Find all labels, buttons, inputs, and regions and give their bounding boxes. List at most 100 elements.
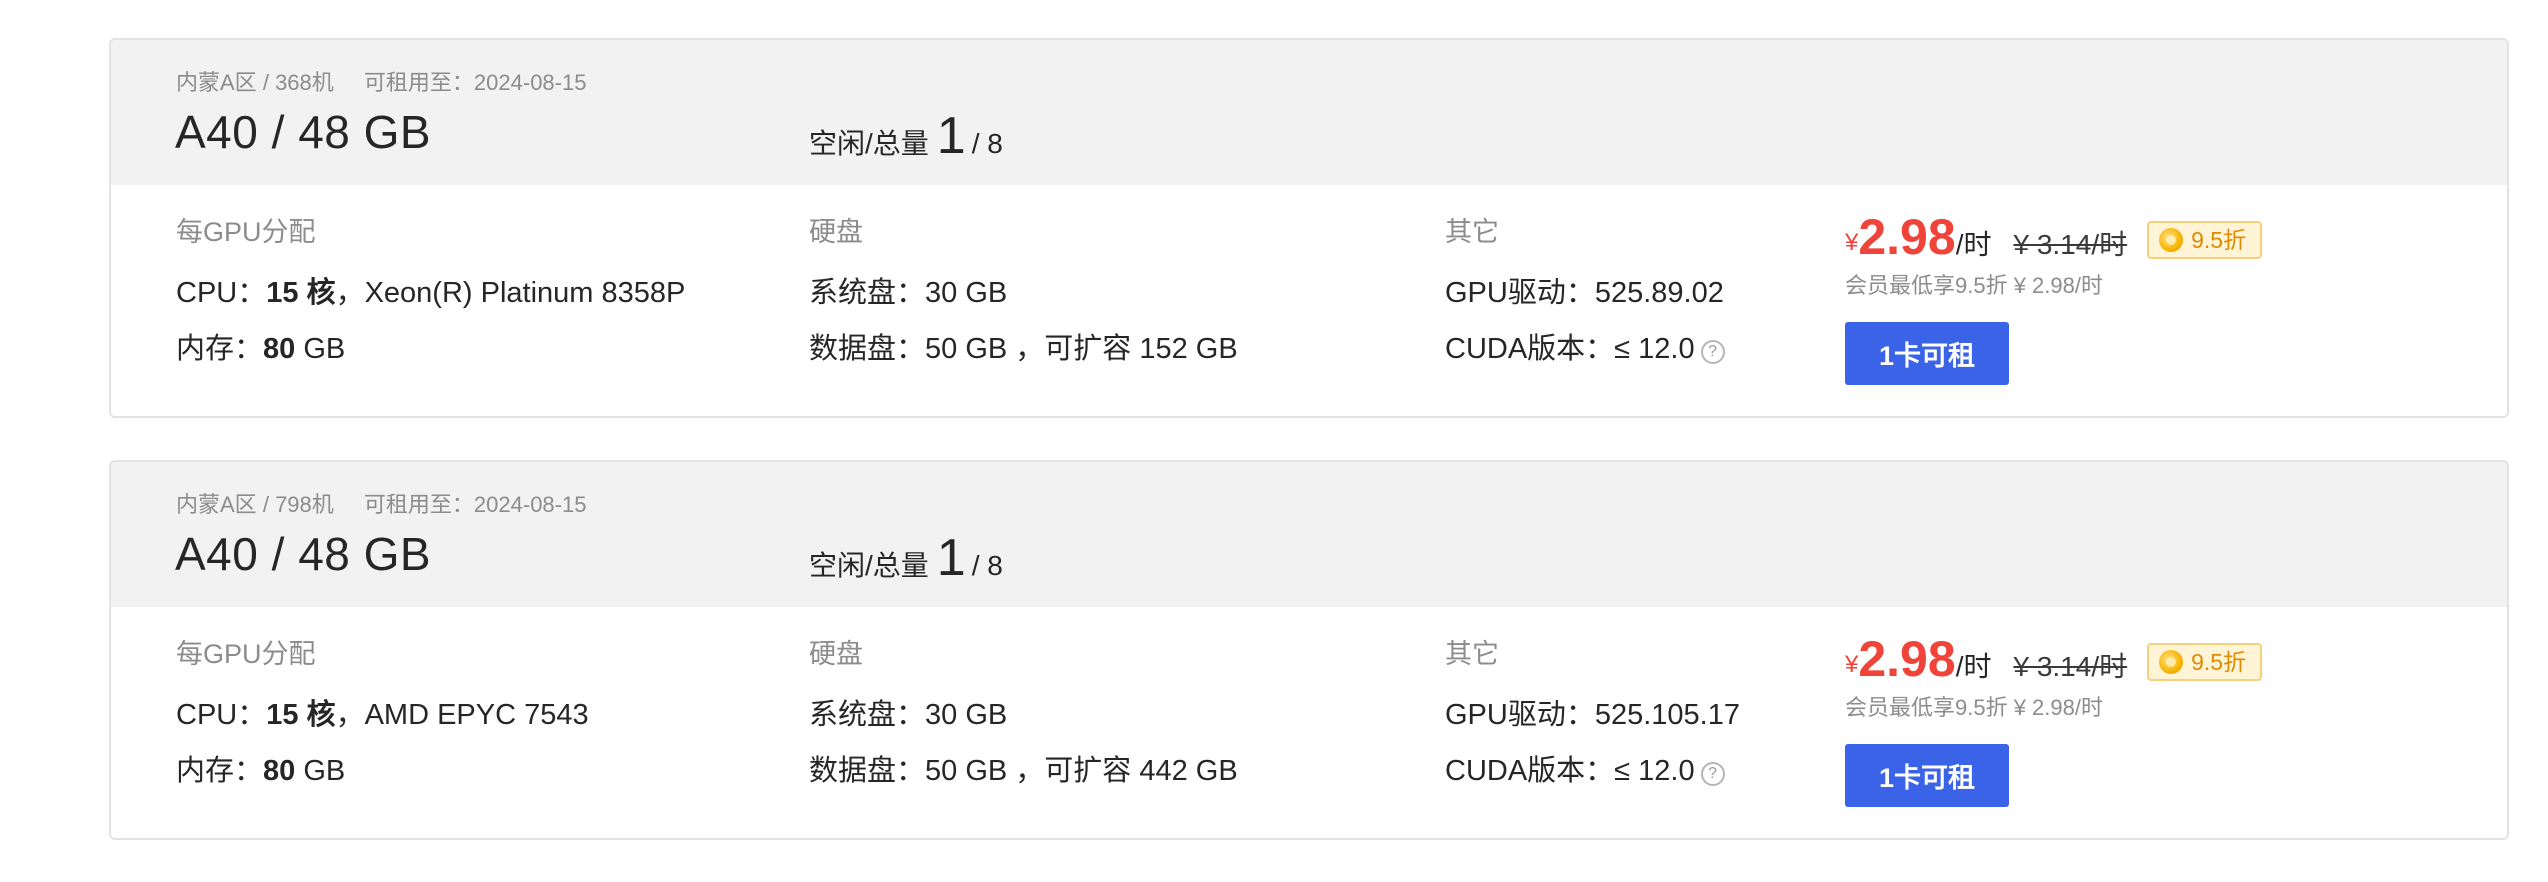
per-gpu-spec: 每GPU分配 CPU：15 核，Xeon(R) Platinum 8358P 内…	[176, 210, 685, 364]
availability-label: 空闲/总量	[809, 550, 929, 581]
question-circle-icon[interactable]: ?	[1700, 762, 1725, 786]
memory-label: 内存：	[176, 755, 264, 787]
disk-spec: 硬盘 系统盘：30 GB 数据盘：50 GB ，可扩容 152 GB	[809, 210, 1238, 364]
price-unit: /时	[1955, 229, 1992, 260]
disk-spec: 硬盘 系统盘：30 GB 数据盘：50 GB ，可扩容 442 GB	[809, 632, 1238, 786]
cpu-cores: 15 核	[266, 699, 336, 731]
meta-separator: /	[262, 70, 269, 95]
per-gpu-spec: 每GPU分配 CPU：15 核，AMD EPYC 7543 内存：80 GB	[176, 632, 589, 786]
cpu-model: ，Xeon(R) Platinum 8358P	[335, 277, 686, 309]
host-meta: 内蒙A区 / 798机 可租用至：2024-08-15	[176, 487, 586, 519]
cpu-cores: 15 核	[266, 277, 336, 309]
member-price-note: 会员最低享9.5折 ¥ 2.98/时	[1845, 273, 2103, 298]
cpu-label: CPU：	[176, 277, 267, 309]
cpu-label: CPU：	[176, 699, 267, 731]
system-disk-label: 系统盘：	[809, 699, 926, 731]
cpu-row: CPU：15 核，AMD EPYC 7543	[176, 700, 589, 730]
data-disk-label: 数据盘：	[809, 755, 926, 787]
memory-unit: GB	[295, 333, 346, 365]
driver-row: GPU驱动：525.105.17	[1445, 700, 1740, 730]
region-label: 内蒙A区	[176, 492, 257, 517]
memory-value: 80	[263, 755, 296, 787]
free-count: 1	[936, 529, 966, 587]
other-heading: 其它	[1445, 217, 1499, 247]
per-gpu-heading: 每GPU分配	[176, 639, 316, 669]
price-line: ¥2.98/时 ¥ 3.14/时 9.5折	[1845, 208, 2263, 265]
gpu-instance-list: 内蒙A区 / 368机 可租用至：2024-08-15 A40 / 48 GB …	[109, 38, 2509, 882]
free-count: 1	[936, 107, 966, 165]
expire-date: 2024-08-15	[473, 70, 587, 95]
data-disk-value: 50 GB ，可扩容 152 GB	[925, 333, 1238, 365]
other-heading: 其它	[1445, 639, 1499, 669]
currency-symbol: ¥	[1845, 229, 1859, 256]
other-spec: 其它 GPU驱动：525.89.02 CUDA版本：≤ 12.0?	[1445, 210, 1725, 364]
expire-date: 2024-08-15	[473, 492, 587, 517]
gpu-card: 内蒙A区 / 368机 可租用至：2024-08-15 A40 / 48 GB …	[109, 38, 2509, 418]
system-disk-row: 系统盘：30 GB	[809, 700, 1238, 730]
data-disk-row: 数据盘：50 GB ，可扩容 442 GB	[809, 756, 1238, 786]
driver-row: GPU驱动：525.89.02	[1445, 278, 1725, 308]
availability: 空闲/总量 1/ 8	[809, 528, 1003, 588]
total-count: / 8	[971, 128, 1003, 159]
driver-value: 525.89.02	[1594, 277, 1724, 309]
total-count: / 8	[971, 550, 1003, 581]
memory-label: 内存：	[176, 333, 264, 365]
card-header: 内蒙A区 / 368机 可租用至：2024-08-15 A40 / 48 GB …	[111, 40, 2507, 185]
other-spec: 其它 GPU驱动：525.105.17 CUDA版本：≤ 12.0?	[1445, 632, 1740, 786]
system-disk-row: 系统盘：30 GB	[809, 278, 1238, 308]
expire-label: 可租用至：	[363, 70, 474, 95]
availability: 空闲/总量 1/ 8	[809, 106, 1003, 166]
per-gpu-heading: 每GPU分配	[176, 217, 316, 247]
memory-unit: GB	[295, 755, 346, 787]
memory-row: 内存：80 GB	[176, 756, 589, 786]
pricing: ¥2.98/时 ¥ 3.14/时 9.5折 会员最低享9.5折 ¥ 2.98/时 1…	[1845, 630, 2263, 807]
cuda-row: CUDA版本：≤ 12.0?	[1445, 756, 1740, 786]
disk-heading: 硬盘	[809, 217, 863, 247]
discount-badge: 9.5折	[2147, 221, 2263, 259]
gpu-model-title: A40 / 48 GB	[175, 106, 432, 158]
region-label: 内蒙A区	[176, 70, 257, 95]
driver-value: 525.105.17	[1594, 699, 1740, 731]
cpu-model: ，AMD EPYC 7543	[335, 699, 589, 731]
discount-text: 9.5折	[2191, 227, 2247, 253]
disk-heading: 硬盘	[809, 639, 863, 669]
data-disk-row: 数据盘：50 GB ，可扩容 152 GB	[809, 334, 1238, 364]
gpu-card: 内蒙A区 / 798机 可租用至：2024-08-15 A40 / 48 GB …	[109, 460, 2509, 840]
original-price: ¥ 3.14/时	[2013, 651, 2128, 682]
cuda-row: CUDA版本：≤ 12.0?	[1445, 334, 1725, 364]
memory-value: 80	[263, 333, 296, 365]
question-circle-icon[interactable]: ?	[1700, 340, 1725, 364]
driver-label: GPU驱动：	[1445, 699, 1595, 731]
cuda-label: CUDA版本：	[1445, 755, 1615, 787]
discount-badge: 9.5折	[2147, 643, 2263, 681]
expire-label: 可租用至：	[363, 492, 474, 517]
rent-button[interactable]: 1卡可租	[1845, 744, 2009, 807]
coin-icon	[2159, 228, 2184, 252]
discount-text: 9.5折	[2191, 649, 2247, 675]
currency-symbol: ¥	[1845, 651, 1859, 678]
card-header: 内蒙A区 / 798机 可租用至：2024-08-15 A40 / 48 GB …	[111, 462, 2507, 607]
price-unit: /时	[1955, 651, 1992, 682]
memory-row: 内存：80 GB	[176, 334, 685, 364]
price-line: ¥2.98/时 ¥ 3.14/时 9.5折	[1845, 630, 2263, 687]
driver-label: GPU驱动：	[1445, 277, 1595, 309]
machine-label: 798机	[275, 492, 334, 517]
price-value: 2.98	[1858, 631, 1956, 687]
system-disk-label: 系统盘：	[809, 277, 926, 309]
pricing: ¥2.98/时 ¥ 3.14/时 9.5折 会员最低享9.5折 ¥ 2.98/时 1…	[1845, 208, 2263, 385]
data-disk-label: 数据盘：	[809, 333, 926, 365]
data-disk-value: 50 GB ，可扩容 442 GB	[925, 755, 1238, 787]
coin-icon	[2159, 650, 2184, 674]
meta-separator: /	[262, 492, 269, 517]
member-price-note: 会员最低享9.5折 ¥ 2.98/时	[1845, 695, 2103, 720]
machine-label: 368机	[275, 70, 334, 95]
cuda-label: CUDA版本：	[1445, 333, 1615, 365]
cuda-value: ≤ 12.0	[1614, 755, 1695, 787]
availability-label: 空闲/总量	[809, 128, 929, 159]
system-disk-value: 30 GB	[925, 277, 1008, 309]
cuda-value: ≤ 12.0	[1614, 333, 1695, 365]
original-price: ¥ 3.14/时	[2013, 229, 2128, 260]
cpu-row: CPU：15 核，Xeon(R) Platinum 8358P	[176, 278, 685, 308]
rent-button[interactable]: 1卡可租	[1845, 322, 2009, 385]
system-disk-value: 30 GB	[925, 699, 1008, 731]
